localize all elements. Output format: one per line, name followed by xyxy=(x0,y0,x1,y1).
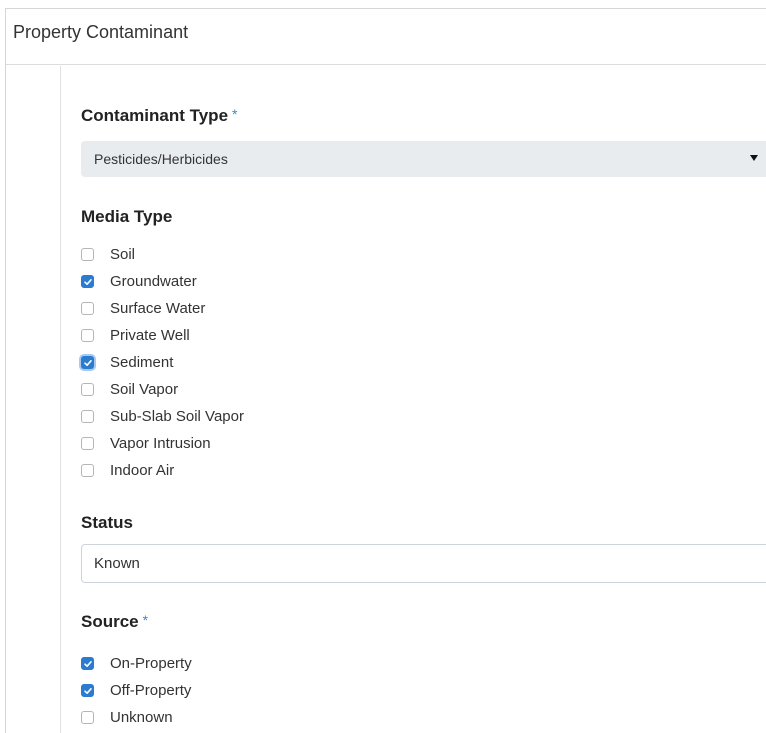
checkbox-option-off-property[interactable]: Off-Property xyxy=(81,677,192,704)
checkbox-label: Sub-Slab Soil Vapor xyxy=(110,408,244,425)
checkbox[interactable] xyxy=(81,248,94,261)
property-contaminant-panel: Property Contaminant Contaminant Type * P… xyxy=(5,8,766,733)
checkbox-option-vapor-intrusion[interactable]: Vapor Intrusion xyxy=(81,430,244,457)
checkbox-label: Soil Vapor xyxy=(110,381,179,398)
checkbox[interactable] xyxy=(81,711,94,724)
checkbox-label: Unknown xyxy=(110,709,173,726)
checkbox[interactable] xyxy=(81,329,94,342)
checkbox-option-indoor-air[interactable]: Indoor Air xyxy=(81,457,244,484)
form-body: Contaminant Type * Pesticides/Herbicides … xyxy=(60,66,766,733)
checkbox-label: Private Well xyxy=(110,327,190,344)
checkbox-label: Sediment xyxy=(110,354,174,371)
required-asterisk: * xyxy=(142,612,149,628)
checkbox-label: Off-Property xyxy=(110,682,192,699)
checkbox-option-on-property[interactable]: On-Property xyxy=(81,650,192,677)
checkbox[interactable] xyxy=(81,383,94,396)
checkbox-option-sediment[interactable]: Sediment xyxy=(81,349,244,376)
checkbox-option-sub-slab-soil-vapor[interactable]: Sub-Slab Soil Vapor xyxy=(81,403,244,430)
checkbox-label: Soil xyxy=(110,246,136,263)
checkbox[interactable] xyxy=(81,684,94,697)
media-type-checklist: Soil Groundwater Surface Water Private Well… xyxy=(81,241,244,484)
checkbox-label: On-Property xyxy=(110,655,192,672)
checkbox-option-soil-vapor[interactable]: Soil Vapor xyxy=(81,376,244,403)
checkbox-option-surface-water[interactable]: Surface Water xyxy=(81,295,244,322)
checkmark-icon xyxy=(83,687,92,694)
checkbox-option-unknown[interactable]: Unknown xyxy=(81,704,192,731)
contaminant-type-select[interactable]: Pesticides/Herbicides xyxy=(81,141,766,177)
contaminant-type-label-text: Contaminant Type xyxy=(81,106,229,125)
checkbox-label: Groundwater xyxy=(110,273,197,290)
source-checklist: On-Property Off-Property Unknown xyxy=(81,650,192,731)
checkbox-option-private-well[interactable]: Private Well xyxy=(81,322,244,349)
source-label: Source * xyxy=(81,612,148,632)
checkbox[interactable] xyxy=(81,464,94,477)
source-label-text: Source xyxy=(81,612,139,631)
status-label: Status xyxy=(81,513,133,532)
checkbox[interactable] xyxy=(81,437,94,450)
checkmark-icon xyxy=(83,278,92,285)
status-value: Known xyxy=(94,555,140,572)
contaminant-type-value: Pesticides/Herbicides xyxy=(94,151,228,167)
contaminant-type-label: Contaminant Type * xyxy=(81,106,237,126)
dropdown-caret-icon xyxy=(750,155,758,161)
checkbox-option-soil[interactable]: Soil xyxy=(81,241,244,268)
checkbox[interactable] xyxy=(81,410,94,423)
checkmark-icon xyxy=(83,359,92,366)
panel-title: Property Contaminant xyxy=(6,9,766,65)
checkbox-option-groundwater[interactable]: Groundwater xyxy=(81,268,244,295)
checkbox[interactable] xyxy=(81,657,94,670)
checkbox[interactable] xyxy=(81,275,94,288)
media-type-label: Media Type xyxy=(81,207,173,226)
required-asterisk: * xyxy=(232,106,238,122)
status-input[interactable]: Known xyxy=(81,544,766,583)
checkbox-label: Surface Water xyxy=(110,300,206,317)
checkbox[interactable] xyxy=(81,356,94,369)
checkbox[interactable] xyxy=(81,302,94,315)
checkbox-label: Vapor Intrusion xyxy=(110,435,211,452)
checkbox-label: Indoor Air xyxy=(110,462,175,479)
checkmark-icon xyxy=(83,660,92,667)
